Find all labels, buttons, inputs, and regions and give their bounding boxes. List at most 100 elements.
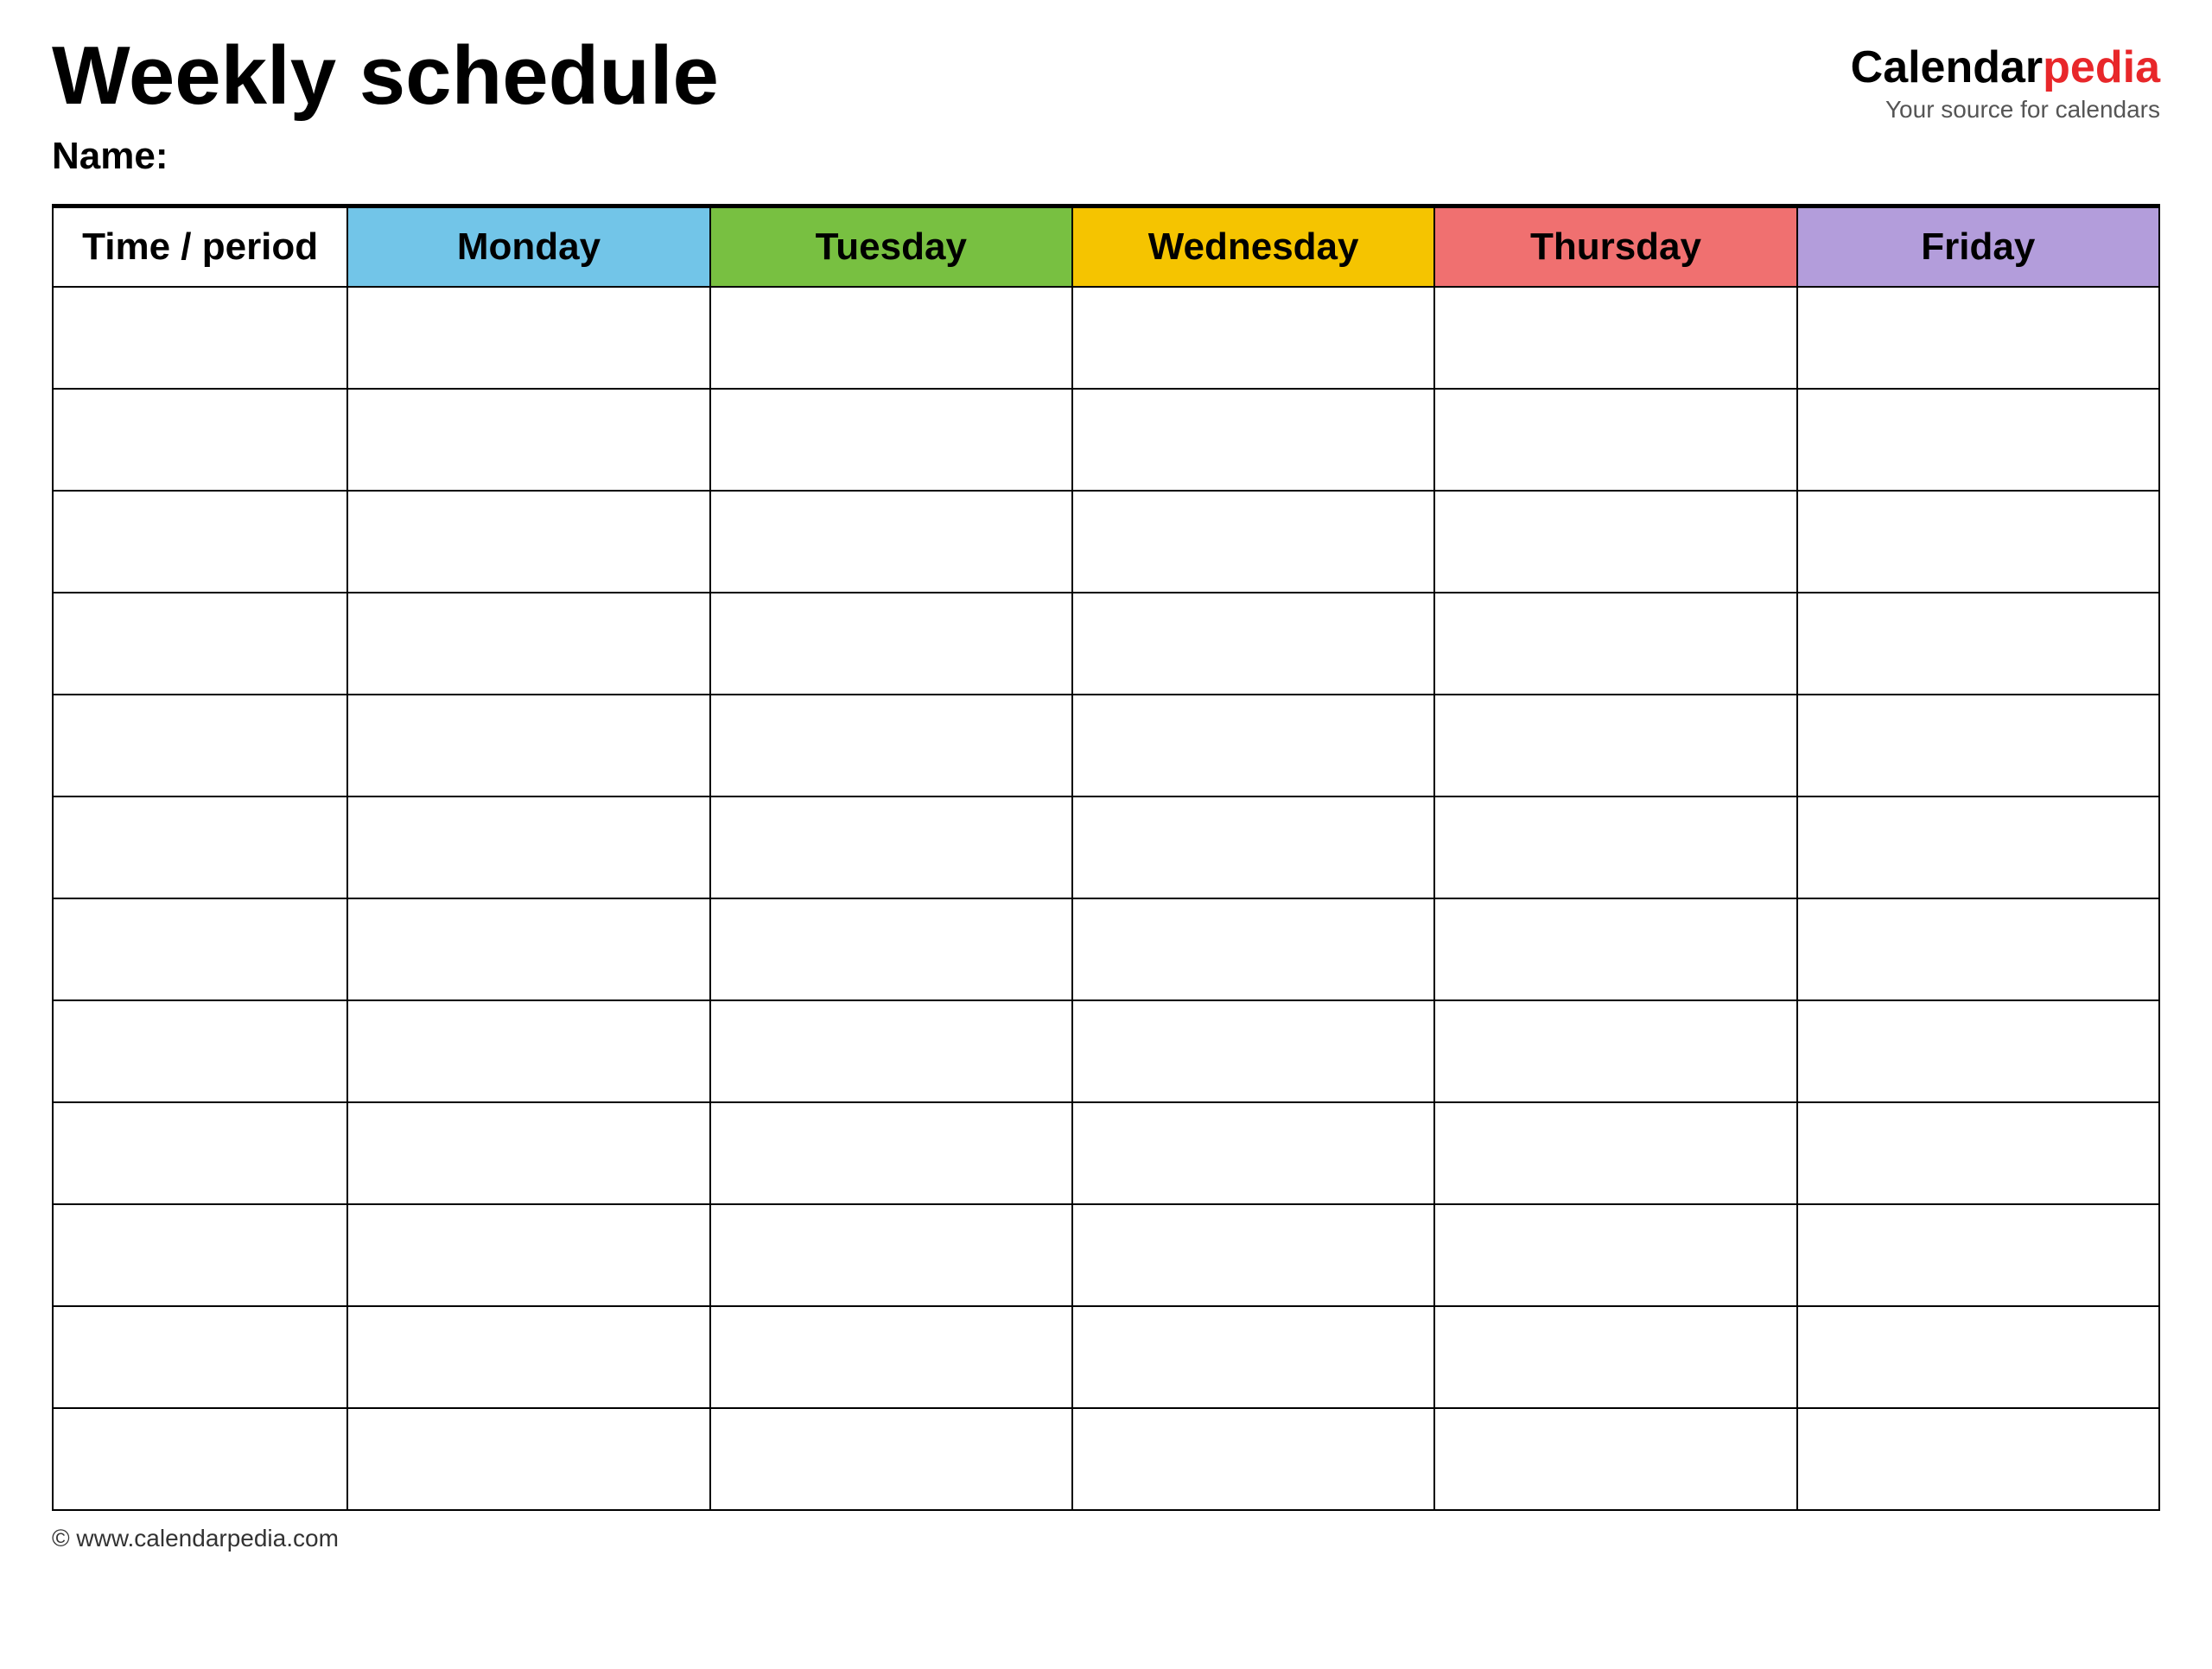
time-cell[interactable] [53, 593, 347, 695]
schedule-cell[interactable] [1434, 796, 1796, 898]
schedule-cell[interactable] [1434, 1204, 1796, 1306]
time-cell[interactable] [53, 1408, 347, 1510]
schedule-cell[interactable] [1797, 491, 2159, 593]
schedule-cell[interactable] [1072, 287, 1434, 389]
schedule-cell[interactable] [1797, 593, 2159, 695]
schedule-cell[interactable] [347, 389, 709, 491]
schedule-cell[interactable] [1434, 1102, 1796, 1204]
schedule-cell[interactable] [710, 1000, 1072, 1102]
schedule-cell[interactable] [1797, 1204, 2159, 1306]
schedule-cell[interactable] [710, 287, 1072, 389]
schedule-cell[interactable] [1797, 287, 2159, 389]
schedule-cell[interactable] [1434, 1306, 1796, 1408]
schedule-cell[interactable] [710, 1306, 1072, 1408]
table-row [53, 389, 2159, 491]
schedule-cell[interactable] [1434, 491, 1796, 593]
table-row [53, 1000, 2159, 1102]
schedule-cell[interactable] [1797, 1408, 2159, 1510]
schedule-cell[interactable] [710, 1408, 1072, 1510]
schedule-cell[interactable] [347, 593, 709, 695]
schedule-cell[interactable] [1797, 695, 2159, 796]
schedule-cell[interactable] [710, 695, 1072, 796]
schedule-cell[interactable] [347, 1000, 709, 1102]
table-row [53, 1306, 2159, 1408]
table-header-row: Time / period Monday Tuesday Wednesday T… [53, 207, 2159, 287]
name-label: Name: [52, 135, 719, 178]
schedule-cell[interactable] [347, 898, 709, 1000]
table-row [53, 287, 2159, 389]
schedule-cell[interactable] [347, 1408, 709, 1510]
schedule-cell[interactable] [1072, 491, 1434, 593]
col-header-monday: Monday [347, 207, 709, 287]
schedule-cell[interactable] [710, 1204, 1072, 1306]
time-cell[interactable] [53, 695, 347, 796]
col-header-tuesday: Tuesday [710, 207, 1072, 287]
schedule-cell[interactable] [1434, 695, 1796, 796]
schedule-cell[interactable] [1072, 1408, 1434, 1510]
time-cell[interactable] [53, 898, 347, 1000]
schedule-cell[interactable] [710, 1102, 1072, 1204]
time-cell[interactable] [53, 1000, 347, 1102]
page-container: Weekly schedule Name: Calendarpedia Your… [52, 35, 2160, 1552]
schedule-cell[interactable] [347, 491, 709, 593]
schedule-cell[interactable] [1434, 389, 1796, 491]
logo-subtitle: Your source for calendars [1885, 96, 2160, 124]
schedule-cell[interactable] [1072, 593, 1434, 695]
table-row [53, 898, 2159, 1000]
schedule-cell[interactable] [347, 1102, 709, 1204]
time-cell[interactable] [53, 1102, 347, 1204]
schedule-cell[interactable] [710, 389, 1072, 491]
schedule-cell[interactable] [710, 593, 1072, 695]
table-row [53, 695, 2159, 796]
schedule-cell[interactable] [1434, 593, 1796, 695]
schedule-cell[interactable] [1072, 796, 1434, 898]
header: Weekly schedule Name: Calendarpedia Your… [52, 35, 2160, 178]
schedule-cell[interactable] [347, 695, 709, 796]
time-cell[interactable] [53, 491, 347, 593]
schedule-cell[interactable] [347, 796, 709, 898]
title-area: Weekly schedule Name: [52, 35, 719, 178]
schedule-cell[interactable] [710, 796, 1072, 898]
schedule-cell[interactable] [347, 1306, 709, 1408]
footer-url: © www.calendarpedia.com [52, 1525, 339, 1552]
time-cell[interactable] [53, 389, 347, 491]
schedule-cell[interactable] [1072, 1204, 1434, 1306]
schedule-body [53, 287, 2159, 1510]
time-cell[interactable] [53, 796, 347, 898]
schedule-cell[interactable] [1434, 1408, 1796, 1510]
schedule-cell[interactable] [1072, 1000, 1434, 1102]
page-title: Weekly schedule [52, 35, 719, 117]
time-cell[interactable] [53, 1306, 347, 1408]
footer: © www.calendarpedia.com [52, 1525, 2160, 1552]
table-row [53, 1408, 2159, 1510]
schedule-cell[interactable] [1797, 1102, 2159, 1204]
schedule-cell[interactable] [1434, 1000, 1796, 1102]
schedule-cell[interactable] [1072, 1102, 1434, 1204]
schedule-cell[interactable] [347, 1204, 709, 1306]
schedule-cell[interactable] [1434, 287, 1796, 389]
schedule-cell[interactable] [1072, 695, 1434, 796]
schedule-cell[interactable] [1797, 389, 2159, 491]
table-row [53, 1102, 2159, 1204]
schedule-cell[interactable] [1072, 898, 1434, 1000]
schedule-cell[interactable] [710, 491, 1072, 593]
logo-text: Calendarpedia [1851, 43, 2160, 92]
col-header-time: Time / period [53, 207, 347, 287]
schedule-cell[interactable] [1072, 1306, 1434, 1408]
schedule-cell[interactable] [347, 287, 709, 389]
table-row [53, 1204, 2159, 1306]
table-row [53, 593, 2159, 695]
col-header-friday: Friday [1797, 207, 2159, 287]
table-row [53, 491, 2159, 593]
logo-area: Calendarpedia Your source for calendars [1851, 43, 2160, 124]
schedule-cell[interactable] [710, 898, 1072, 1000]
schedule-cell[interactable] [1797, 796, 2159, 898]
time-cell[interactable] [53, 1204, 347, 1306]
logo-calendar-part: Calendar [1851, 42, 2044, 92]
schedule-cell[interactable] [1797, 1306, 2159, 1408]
schedule-cell[interactable] [1434, 898, 1796, 1000]
schedule-cell[interactable] [1797, 1000, 2159, 1102]
time-cell[interactable] [53, 287, 347, 389]
schedule-cell[interactable] [1797, 898, 2159, 1000]
schedule-cell[interactable] [1072, 389, 1434, 491]
